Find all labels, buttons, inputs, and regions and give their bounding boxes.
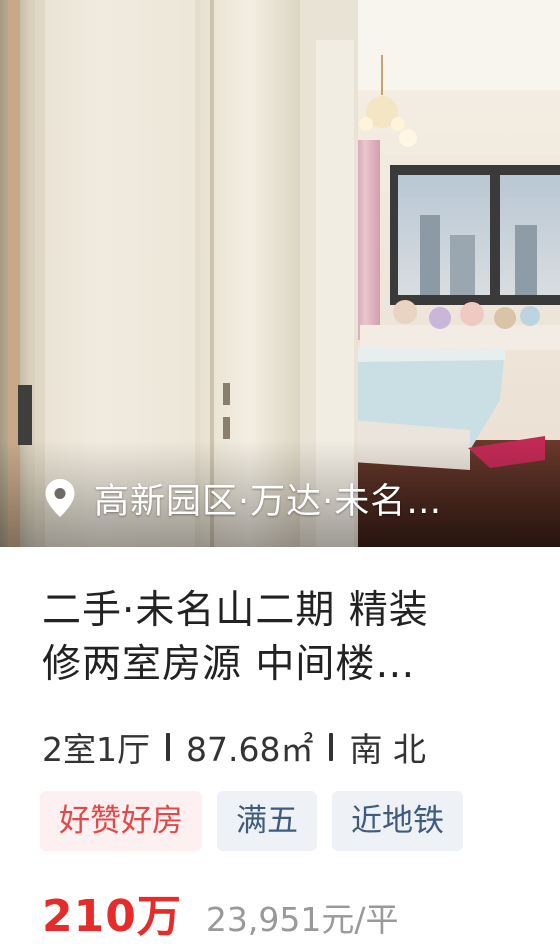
listing-price: 210万 23,951元/平 [42,880,398,944]
location-text: 高新园区·万达·未名… [94,481,443,522]
spec-orientation: 南 北 [349,730,426,769]
spec-divider [329,733,334,761]
spec-divider [166,733,170,761]
listing-title-line-1: 二手·未名山二期 精装 [42,588,429,633]
listing-title[interactable]: 二手·未名山二期 精装 修两室房源 中间楼… [42,584,522,692]
tag-near-subway: 近地铁 [332,791,463,851]
location-pin-icon [45,479,75,517]
listing-card[interactable]: 高新园区·万达·未名… 二手·未名山二期 精装 修两室房源 中间楼… 2室1厅 … [0,0,560,947]
spec-layout: 2室1厅 [42,730,150,769]
tag-good-house: 好赞好房 [40,791,202,851]
listing-tags: 好赞好房 满五 近地铁 [40,791,463,851]
spec-area: 87.68㎡ [186,730,314,769]
listing-specs: 2室1厅 87.68㎡ 南 北 [42,723,426,771]
tag-over-five-years: 满五 [217,791,317,851]
listing-photo[interactable]: 高新园区·万达·未名… [0,0,560,547]
location-label: 高新园区·万达·未名… [44,474,442,522]
total-price: 210万 [42,891,182,942]
listing-title-line-2: 修两室房源 中间楼… [42,642,416,687]
unit-price: 23,951元/平 [205,900,399,939]
